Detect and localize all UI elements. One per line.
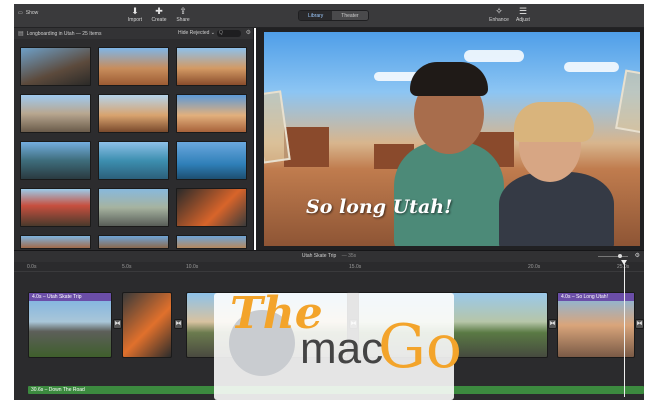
share-icon: ⇪ xyxy=(179,6,187,16)
transition-icon[interactable]: ⧓ xyxy=(113,319,122,329)
share-button[interactable]: ⇪ Share xyxy=(170,6,196,23)
timeline-clip[interactable] xyxy=(122,292,172,358)
zoom-slider[interactable] xyxy=(598,254,628,258)
clip-thumbnail[interactable] xyxy=(176,94,247,133)
event-title: Longboarding in Utah — 25 Items xyxy=(26,30,102,37)
clip-thumbnail[interactable] xyxy=(176,188,247,227)
search-input[interactable]: Q xyxy=(217,30,241,37)
clip-thumbnail[interactable] xyxy=(98,94,169,133)
import-arrow-icon: ⬇ xyxy=(131,6,139,16)
person-right xyxy=(499,172,614,246)
enhance-button[interactable]: ✧ Enhance xyxy=(486,6,512,23)
transition-icon[interactable]: ⧓ xyxy=(174,319,183,329)
clip-thumbnail[interactable] xyxy=(20,235,91,249)
clip-thumbnail[interactable] xyxy=(20,141,91,180)
import-button[interactable]: ⬇ Import xyxy=(122,6,148,23)
gear-icon[interactable]: ⚙ xyxy=(246,29,251,36)
transition-icon[interactable]: ⧓ xyxy=(635,319,644,329)
clip-thumbnail[interactable] xyxy=(176,47,247,86)
gear-icon[interactable]: ⚙ xyxy=(635,251,640,262)
viewer: So long Utah! xyxy=(256,28,644,250)
clip-thumbnail[interactable] xyxy=(176,235,247,249)
view-switcher: Library Theater xyxy=(298,10,369,21)
transition-icon[interactable]: ⧓ xyxy=(548,319,557,329)
browser-header: ▤ Longboarding in Utah — 25 Items Hide R… xyxy=(14,28,253,39)
clip-thumbnail[interactable] xyxy=(98,235,169,249)
playhead[interactable] xyxy=(621,260,627,397)
project-title: Utah Skate Trip xyxy=(301,253,337,259)
adjust-button[interactable]: ☰ Adjust xyxy=(510,6,536,23)
tab-theater[interactable]: Theater xyxy=(332,11,368,20)
watermark-mac: mac xyxy=(300,324,384,373)
sidebar-icon: ▭ xyxy=(18,10,23,16)
clip-thumbnail[interactable] xyxy=(98,141,169,180)
clip-thumbnail[interactable] xyxy=(20,188,91,227)
chevron-down-icon: ⌄ xyxy=(210,30,215,36)
sliders-icon: ☰ xyxy=(518,6,528,16)
folder-icon: ▤ xyxy=(18,31,24,37)
clip-thumbnail[interactable] xyxy=(176,141,247,180)
person-left xyxy=(394,142,504,246)
timeline-header: Utah Skate Trip — 35s ⚙ xyxy=(14,251,644,262)
media-browser: ▤ Longboarding in Utah — 25 Items Hide R… xyxy=(14,28,254,250)
clip-thumbnail[interactable] xyxy=(20,47,91,86)
toolbar: ▭ Show ⬇ Import ✚ Create ⇪ Share Library… xyxy=(14,4,644,28)
watermark-go: Go xyxy=(378,312,463,382)
hide-rejected-select[interactable]: Hide Rejected ⌄ xyxy=(178,30,215,36)
clip-thumbnail[interactable] xyxy=(20,94,91,133)
preview-frame[interactable]: So long Utah! xyxy=(264,32,640,246)
title-overlay: So long Utah! xyxy=(306,196,453,218)
clip-grid xyxy=(14,39,253,249)
time-ruler: 0.0s 5.0s 10.0s 15.0s 20.0s 25.0s xyxy=(14,262,644,272)
magic-wand-icon: ✧ xyxy=(495,6,503,16)
clip-thumbnail[interactable] xyxy=(98,188,169,227)
project-duration: — 35s xyxy=(341,253,357,259)
plus-icon: ✚ xyxy=(155,6,163,16)
timeline-clip[interactable]: 4.0s – Utah Skate Trip xyxy=(28,292,112,358)
show-sidebar-button[interactable]: ▭ Show xyxy=(18,10,38,16)
create-button[interactable]: ✚ Create xyxy=(146,6,172,23)
tab-library[interactable]: Library xyxy=(299,11,333,20)
clip-thumbnail[interactable] xyxy=(98,47,169,86)
